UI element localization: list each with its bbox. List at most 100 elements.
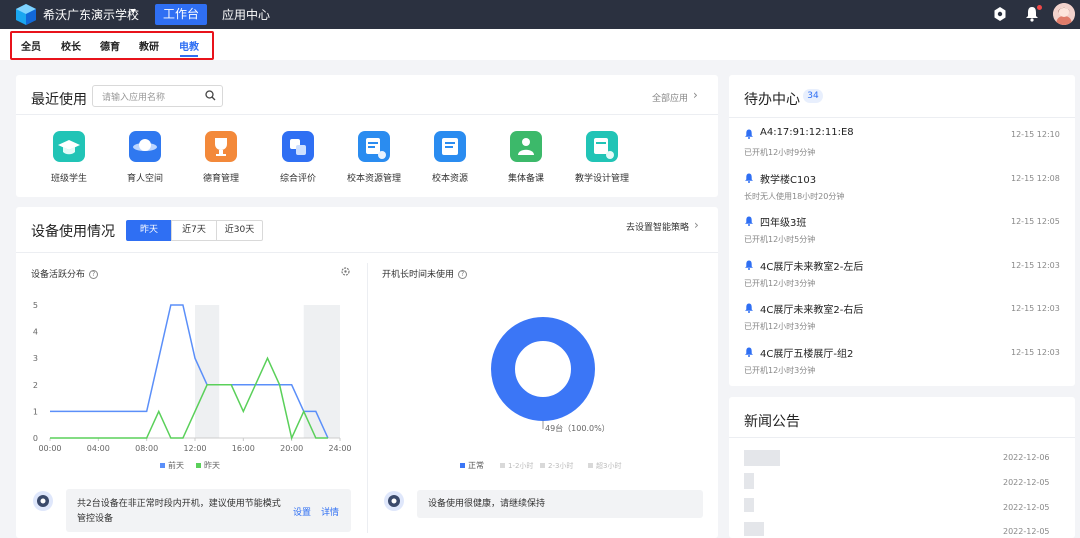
donut-slice-0	[491, 317, 595, 421]
todo-count-badge: 34	[803, 89, 823, 103]
todo-item-title[interactable]: A4:17:91:12:11:E8	[760, 127, 854, 138]
resource-manage-icon[interactable]	[358, 131, 390, 162]
todo-item-detail: 已开机12小时3分钟	[744, 365, 816, 375]
bell-icon	[745, 129, 753, 139]
y-tick-label: 3	[33, 354, 38, 363]
todo-item-title[interactable]: 4C展厅未来教室2-左后	[760, 258, 863, 273]
legend-swatch-1	[500, 463, 505, 468]
legend-label-0: 正常	[468, 461, 484, 470]
x-tick-label: 08:00	[135, 444, 158, 453]
role-tab-moral[interactable]: 德育	[100, 38, 120, 53]
activity-tip-text: 共2台设备在非正常时段内开机，建议使用节能模式管控设备	[77, 499, 281, 524]
design-manage-icon[interactable]	[586, 131, 618, 162]
news-item-blurred[interactable]	[744, 473, 754, 489]
todo-item-detail: 已开机12小时5分钟	[744, 235, 816, 244]
all-apps-link[interactable]: 全部应用	[652, 91, 688, 104]
settings-icon[interactable]	[341, 267, 350, 276]
help-icon[interactable]: ?	[458, 270, 468, 279]
x-tick-label: 12:00	[183, 444, 206, 453]
legend-swatch-2	[540, 463, 545, 468]
smart-strategy-link[interactable]: 去设置智能策略	[626, 220, 689, 233]
chart-vertical-divider	[367, 263, 368, 533]
y-tick-label: 2	[33, 381, 38, 390]
activity-title: 设备活跃分布	[31, 270, 86, 280]
tab-yesterday[interactable]: 昨天	[126, 220, 172, 241]
tip-details-link[interactable]: 详情	[321, 505, 339, 518]
active-tab-underline	[180, 55, 198, 57]
highlight-band	[303, 305, 340, 438]
news-item-blurred[interactable]	[744, 522, 764, 536]
chevron-right-icon[interactable]: ›	[694, 218, 699, 232]
y-tick-label: 5	[33, 301, 38, 310]
series-line-0	[50, 304, 329, 439]
todo-item-detail: 长时无人使用18小时20分钟	[744, 191, 845, 201]
x-tick-label: 24:00	[328, 444, 351, 453]
news-item-blurred[interactable]	[744, 498, 754, 512]
role-tab-research[interactable]: 教研	[139, 38, 159, 53]
y-tick-label: 1	[33, 407, 38, 416]
trophy-icon[interactable]	[205, 131, 237, 162]
tab-last-7-days[interactable]: 近7天	[171, 220, 217, 241]
resource-icon[interactable]	[434, 131, 466, 162]
todo-item-detail: 已开机12小时3分钟	[744, 278, 816, 288]
role-tab-principal[interactable]: 校长	[61, 38, 81, 53]
x-tick-label: 04:00	[87, 444, 110, 453]
robot-assistant-icon	[384, 491, 404, 511]
bell-icon	[745, 303, 753, 313]
activity-section-title: 设备活跃分布?	[31, 267, 99, 280]
notification-dot	[1037, 5, 1042, 10]
legend-label-1: 昨天	[204, 460, 220, 470]
app-label-teaching-design[interactable]: 教学设计管理	[557, 171, 647, 184]
tip-settings-link[interactable]: 设置	[293, 505, 311, 518]
role-tab-all[interactable]: 全员	[21, 38, 41, 53]
x-tick-label: 16:00	[232, 444, 255, 453]
idle-donut-chart: 49台（100.0%） 正常 1-2小时 2-3小时 超3小时	[460, 317, 621, 470]
todo-item-title[interactable]: 四年级3班	[760, 214, 806, 229]
chevron-right-icon[interactable]: ›	[693, 88, 698, 102]
group-prep-icon[interactable]	[510, 131, 542, 162]
nav-app-center[interactable]: 应用中心	[222, 6, 270, 23]
bell-icon	[745, 173, 753, 183]
todo-item-time: 12-15 12:08	[1011, 173, 1060, 183]
news-date: 2022-12-05	[1003, 478, 1050, 487]
todo-item-title[interactable]: 4C展厅五楼展厅-组2	[760, 345, 853, 360]
school-name[interactable]: 希沃广东演示学校	[43, 6, 139, 23]
bell-icon	[745, 347, 753, 357]
todo-item-time: 12-15 12:05	[1011, 217, 1060, 226]
search-placeholder: 请输入应用名称	[102, 93, 166, 103]
help-icon[interactable]: ?	[89, 270, 99, 279]
news-date: 2022-12-06	[1003, 453, 1050, 462]
todo-card	[729, 75, 1075, 386]
nav-workbench[interactable]: 工作台	[155, 4, 207, 25]
gear-icon[interactable]	[993, 7, 1007, 21]
todo-item-title[interactable]: 4C展厅未来教室2-右后	[760, 301, 863, 316]
news-date: 2022-12-05	[1003, 527, 1050, 536]
recent-divider	[16, 114, 718, 115]
idle-title: 开机长时间未使用	[382, 270, 455, 280]
tab-last-30-days[interactable]: 近30天	[216, 220, 263, 241]
usage-divider	[16, 252, 718, 253]
todo-item-detail: 已开机12小时9分钟	[744, 148, 816, 157]
todo-item-detail: 已开机12小时3分钟	[744, 322, 816, 331]
search-icon[interactable]	[205, 90, 216, 101]
evaluation-icon[interactable]	[282, 131, 314, 162]
logo-icon	[16, 4, 36, 25]
graduation-cap-icon[interactable]	[53, 131, 85, 162]
news-item-blurred[interactable]	[744, 450, 780, 466]
legend-label-1: 1-2小时	[508, 461, 533, 470]
robot-assistant-icon	[33, 491, 53, 511]
y-tick-label: 4	[33, 328, 38, 337]
role-tab-edu-tech[interactable]: 电教	[179, 38, 199, 53]
news-title: 新闻公告	[744, 414, 800, 430]
planet-icon[interactable]	[129, 131, 161, 162]
todo-item-time: 12-15 12:03	[1011, 347, 1060, 357]
todo-item-time: 12-15 12:03	[1011, 260, 1060, 270]
news-divider	[729, 437, 1075, 438]
legend-label-3: 超3小时	[596, 461, 621, 470]
school-dropdown-icon[interactable]	[130, 9, 136, 13]
legend-label-0: 前天	[168, 460, 184, 470]
highlight-band	[195, 305, 220, 438]
x-tick-label: 00:00	[38, 444, 61, 453]
todo-item-title[interactable]: 教学楼C103	[760, 171, 816, 186]
user-avatar[interactable]	[1053, 3, 1075, 25]
